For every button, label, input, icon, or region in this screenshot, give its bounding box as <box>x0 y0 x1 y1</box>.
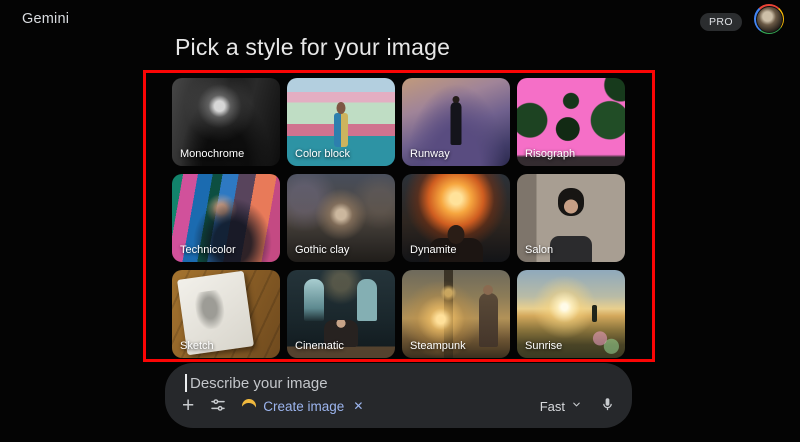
style-label: Dynamite <box>410 244 456 256</box>
style-label: Gothic clay <box>295 244 349 256</box>
style-card-cinematic[interactable]: Cinematic <box>287 270 395 358</box>
pro-badge[interactable]: PRO <box>700 13 742 31</box>
style-card-salon[interactable]: Salon <box>517 174 625 262</box>
style-label: Runway <box>410 148 450 160</box>
style-label: Risograph <box>525 148 575 160</box>
gemini-logo[interactable]: Gemini <box>22 11 69 27</box>
style-card-technicolor[interactable]: Technicolor <box>172 174 280 262</box>
style-label: Sunrise <box>525 340 562 352</box>
microphone-button[interactable] <box>600 397 615 415</box>
style-card-risograph[interactable]: Risograph <box>517 78 625 166</box>
user-avatar[interactable] <box>754 4 784 34</box>
speed-dropdown[interactable]: Fast <box>540 397 582 415</box>
image-settings-button[interactable] <box>210 397 226 416</box>
style-label: Sketch <box>180 340 214 352</box>
create-image-label: Create image <box>263 399 344 414</box>
style-label: Color block <box>295 148 350 160</box>
page-title: Pick a style for your image <box>175 34 450 61</box>
close-icon[interactable]: ✕ <box>353 399 363 413</box>
style-card-sketch[interactable]: Sketch <box>172 270 280 358</box>
style-card-color-block[interactable]: Color block <box>287 78 395 166</box>
microphone-icon <box>600 397 615 415</box>
style-card-monochrome[interactable]: Monochrome <box>172 78 280 166</box>
add-attachment-button[interactable]: + <box>182 396 194 416</box>
banana-icon <box>240 397 258 415</box>
composer-controls: + <box>165 393 632 419</box>
style-label: Salon <box>525 244 553 256</box>
style-card-gothic-clay[interactable]: Gothic clay <box>287 174 395 262</box>
avatar-photo <box>756 6 783 33</box>
speed-label: Fast <box>540 399 565 414</box>
style-grid: Monochrome Color block Runway Risograph … <box>172 78 625 358</box>
style-label: Cinematic <box>295 340 344 352</box>
prompt-input[interactable]: Describe your image <box>185 374 328 392</box>
prompt-composer: Describe your image + <box>165 363 632 428</box>
tune-sliders-icon <box>210 397 226 416</box>
style-card-dynamite[interactable]: Dynamite <box>402 174 510 262</box>
style-card-sunrise[interactable]: Sunrise <box>517 270 625 358</box>
text-cursor <box>185 374 187 392</box>
gemini-app: Gemini PRO Pick a style for your image M… <box>0 0 800 442</box>
composer-controls-left: + <box>182 396 363 416</box>
composer-controls-right: Fast <box>540 397 615 415</box>
style-card-steampunk[interactable]: Steampunk <box>402 270 510 358</box>
style-label: Monochrome <box>180 148 244 160</box>
prompt-placeholder: Describe your image <box>190 375 328 392</box>
create-image-chip[interactable]: Create image ✕ <box>242 399 363 414</box>
plus-icon: + <box>182 396 194 416</box>
style-label: Technicolor <box>180 244 236 256</box>
chevron-down-icon <box>571 397 582 415</box>
style-label: Steampunk <box>410 340 466 352</box>
style-card-runway[interactable]: Runway <box>402 78 510 166</box>
